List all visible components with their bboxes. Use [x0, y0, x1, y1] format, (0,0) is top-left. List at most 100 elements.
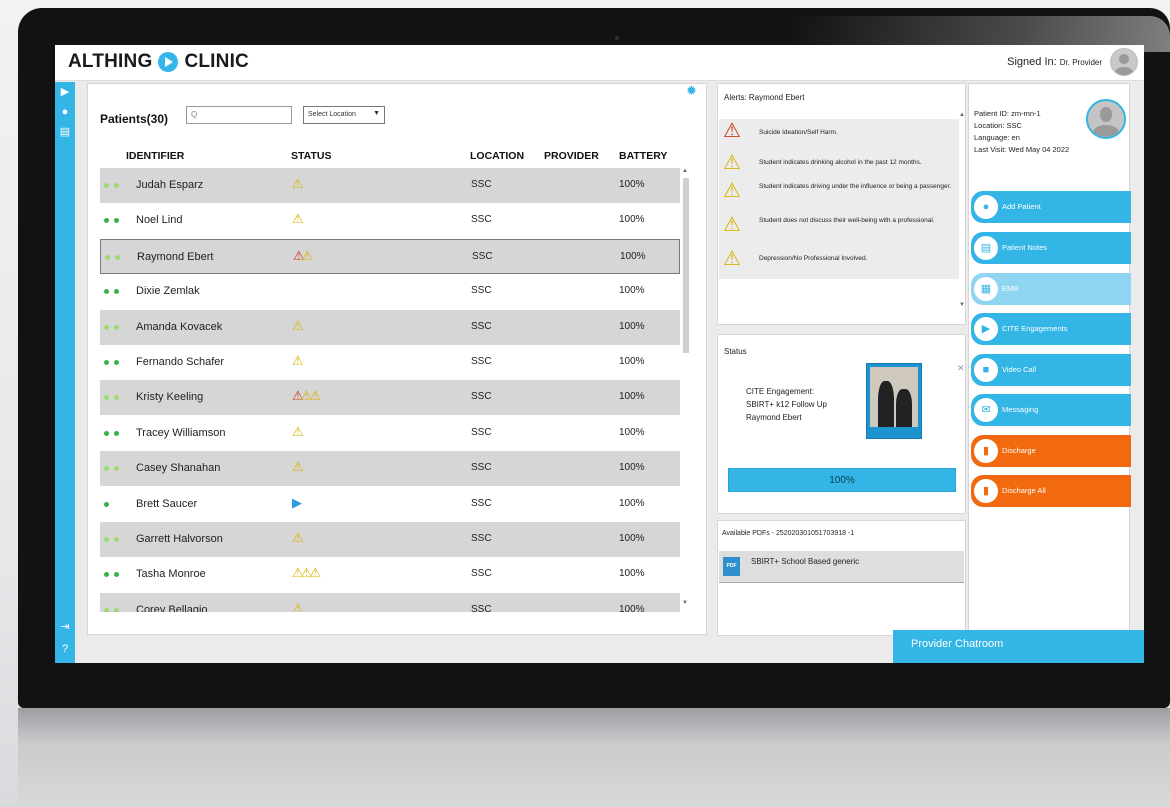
table-row[interactable]: Judah Esparz ⚠ SSC 100%: [100, 168, 680, 203]
warning-yellow-icon: ⚠: [292, 211, 304, 226]
table-row[interactable]: Fernando Schafer ⚠ SSC 100%: [100, 345, 680, 380]
patient-location: SSC: [471, 179, 492, 190]
user-avatar[interactable]: [1110, 48, 1138, 76]
gear-icon[interactable]: ✹: [686, 83, 697, 99]
logout-icon[interactable]: ⇥: [58, 620, 72, 634]
door-icon: ▮: [974, 479, 998, 503]
patient-name[interactable]: Fernando Schafer: [136, 356, 224, 368]
scroll-down-icon[interactable]: ▼: [959, 302, 965, 308]
col-provider[interactable]: PROVIDER: [544, 150, 599, 162]
patient-location: SSC: [471, 604, 492, 612]
help-icon[interactable]: ?: [58, 642, 72, 656]
scroll-up-icon[interactable]: ▲: [682, 168, 688, 174]
status-icons[interactable]: ⚠: [292, 601, 304, 612]
patient-battery: 100%: [620, 251, 646, 262]
location-select[interactable]: Select Location ▼: [303, 106, 385, 124]
action-button-discharge-all[interactable]: ▮ Discharge All: [971, 475, 1131, 507]
connection-status-dot: [104, 572, 109, 577]
alerts-list: ⚠ Suicide Ideation/Self Harm. ⚠ Student ind…: [719, 119, 959, 279]
status-icons[interactable]: ⚠: [292, 459, 304, 475]
scroll-thumb[interactable]: [683, 178, 689, 353]
close-icon[interactable]: ✕: [957, 363, 965, 374]
patient-name[interactable]: Corey Bellagio: [136, 604, 208, 612]
action-button-emr[interactable]: ▦ EMR: [971, 273, 1131, 305]
action-button-discharge[interactable]: ▮ Discharge: [971, 435, 1131, 467]
patient-name[interactable]: Tasha Monroe: [136, 568, 206, 580]
warning-yellow-icon: ⚠: [292, 565, 304, 580]
patient-name[interactable]: Kristy Keeling: [136, 391, 203, 403]
patients-title: Patients(30): [100, 112, 169, 126]
connection-status-dot: [104, 537, 109, 542]
top-bar: ALTHING CLINIC Signed In: Dr. Provider: [55, 45, 1144, 81]
table-row[interactable]: Garrett Halvorson ⚠ SSC 100%: [100, 522, 680, 557]
patient-location: SSC: [471, 427, 492, 438]
col-identifier[interactable]: IDENTIFIER: [126, 150, 184, 162]
patient-location: SSC: [471, 285, 492, 296]
table-row[interactable]: Dixie Zemlak SSC 100%: [100, 274, 680, 309]
app-logo[interactable]: ALTHING CLINIC: [68, 51, 249, 73]
table-row[interactable]: Kristy Keeling ⚠⚠⚠ SSC 100%: [100, 380, 680, 415]
patient-last-visit: Last Visit: Wed May 04 2022: [974, 145, 1070, 154]
action-label: Patient Notes: [1002, 243, 1048, 252]
table-row[interactable]: Corey Bellagio ⚠ SSC 100%: [100, 593, 680, 612]
table-row[interactable]: Casey Shanahan ⚠ SSC 100%: [100, 451, 680, 486]
status-icons[interactable]: ⚠: [292, 318, 304, 334]
video-icon: ■: [974, 358, 998, 382]
status-line-2: SBIRT+ k12 Follow Up: [746, 400, 827, 409]
status-icons[interactable]: ⚠⚠: [293, 248, 313, 264]
patient-name[interactable]: Dixie Zemlak: [136, 285, 200, 297]
action-button-patient-notes[interactable]: ▤ Patient Notes: [971, 232, 1131, 264]
action-button-cite-engagements[interactable]: ▶ CITE Engagements: [971, 313, 1131, 345]
action-button-add-patient[interactable]: ● Add Patient: [971, 191, 1131, 223]
status-icons[interactable]: ⚠: [292, 530, 304, 546]
connection-status-dot: [104, 218, 109, 223]
patient-name[interactable]: Casey Shanahan: [136, 462, 220, 474]
table-row[interactable]: Tasha Monroe ⚠⚠⚠ SSC 100%: [100, 557, 680, 592]
patient-name[interactable]: Amanda Kovacek: [136, 321, 222, 333]
search-input[interactable]: Q: [186, 106, 292, 124]
scroll-up-icon[interactable]: ▲: [959, 112, 965, 118]
patient-name[interactable]: Garrett Halvorson: [136, 533, 223, 545]
alerts-scrollbar[interactable]: ▲ ▼: [959, 112, 965, 310]
pdf-item[interactable]: PDF SBIRT+ School Based generic: [719, 551, 964, 583]
patient-name[interactable]: Tracey Williamson: [136, 427, 225, 439]
calendar-icon[interactable]: ▤: [58, 125, 72, 139]
patient-battery: 100%: [619, 568, 645, 579]
alert-text: Student indicates driving under the infl…: [759, 183, 952, 190]
col-battery[interactable]: BATTERY: [619, 150, 667, 162]
warning-yellow-icon: ⚠: [292, 601, 304, 612]
status-icons[interactable]: ⚠: [292, 211, 304, 227]
pdf-name: SBIRT+ School Based generic: [751, 557, 860, 566]
status-icons[interactable]: ⚠: [292, 353, 304, 369]
provider-chatroom-button[interactable]: Provider Chatroom: [893, 630, 1144, 663]
table-row[interactable]: Amanda Kovacek ⚠ SSC 100%: [100, 310, 680, 345]
patient-name[interactable]: Brett Saucer: [136, 498, 197, 510]
table-row[interactable]: Brett Saucer ▶ SSC 100%: [100, 487, 680, 522]
status-icons[interactable]: ⚠⚠⚠: [292, 565, 321, 581]
patient-name[interactable]: Raymond Ebert: [137, 251, 213, 263]
home-play-icon[interactable]: ▶: [58, 85, 72, 99]
status-icons[interactable]: ⚠: [292, 176, 304, 192]
patient-name[interactable]: Judah Esparz: [136, 179, 203, 191]
connection-status-dot: [104, 431, 109, 436]
col-location[interactable]: LOCATION: [470, 150, 524, 162]
patient-location: SSC: [471, 321, 492, 332]
table-row[interactable]: Noel Lind ⚠ SSC 100%: [100, 203, 680, 238]
patient-scrollbar[interactable]: ▲ ▼: [682, 168, 690, 608]
status-icons[interactable]: ▶: [292, 495, 302, 511]
engagement-thumbnail[interactable]: [866, 363, 922, 439]
status-icons[interactable]: ⚠: [292, 424, 304, 440]
table-row[interactable]: Raymond Ebert ⚠⚠ SSC 100%: [100, 239, 680, 274]
patient-location: SSC: [472, 251, 493, 262]
status-icons[interactable]: ⚠⚠⚠: [292, 388, 321, 404]
patient-name[interactable]: Noel Lind: [136, 214, 182, 226]
scroll-down-icon[interactable]: ▼: [682, 600, 688, 606]
patients-person-icon[interactable]: ●: [58, 105, 72, 119]
connection-status-dot: [114, 572, 119, 577]
action-button-video-call[interactable]: ■ Video Call: [971, 354, 1131, 386]
action-label: Discharge All: [1002, 486, 1046, 495]
warning-yellow-icon: ⚠: [723, 214, 741, 236]
table-row[interactable]: Tracey Williamson ⚠ SSC 100%: [100, 416, 680, 451]
col-status[interactable]: STATUS: [291, 150, 331, 162]
action-button-messaging[interactable]: ✉ Messaging: [971, 394, 1131, 426]
